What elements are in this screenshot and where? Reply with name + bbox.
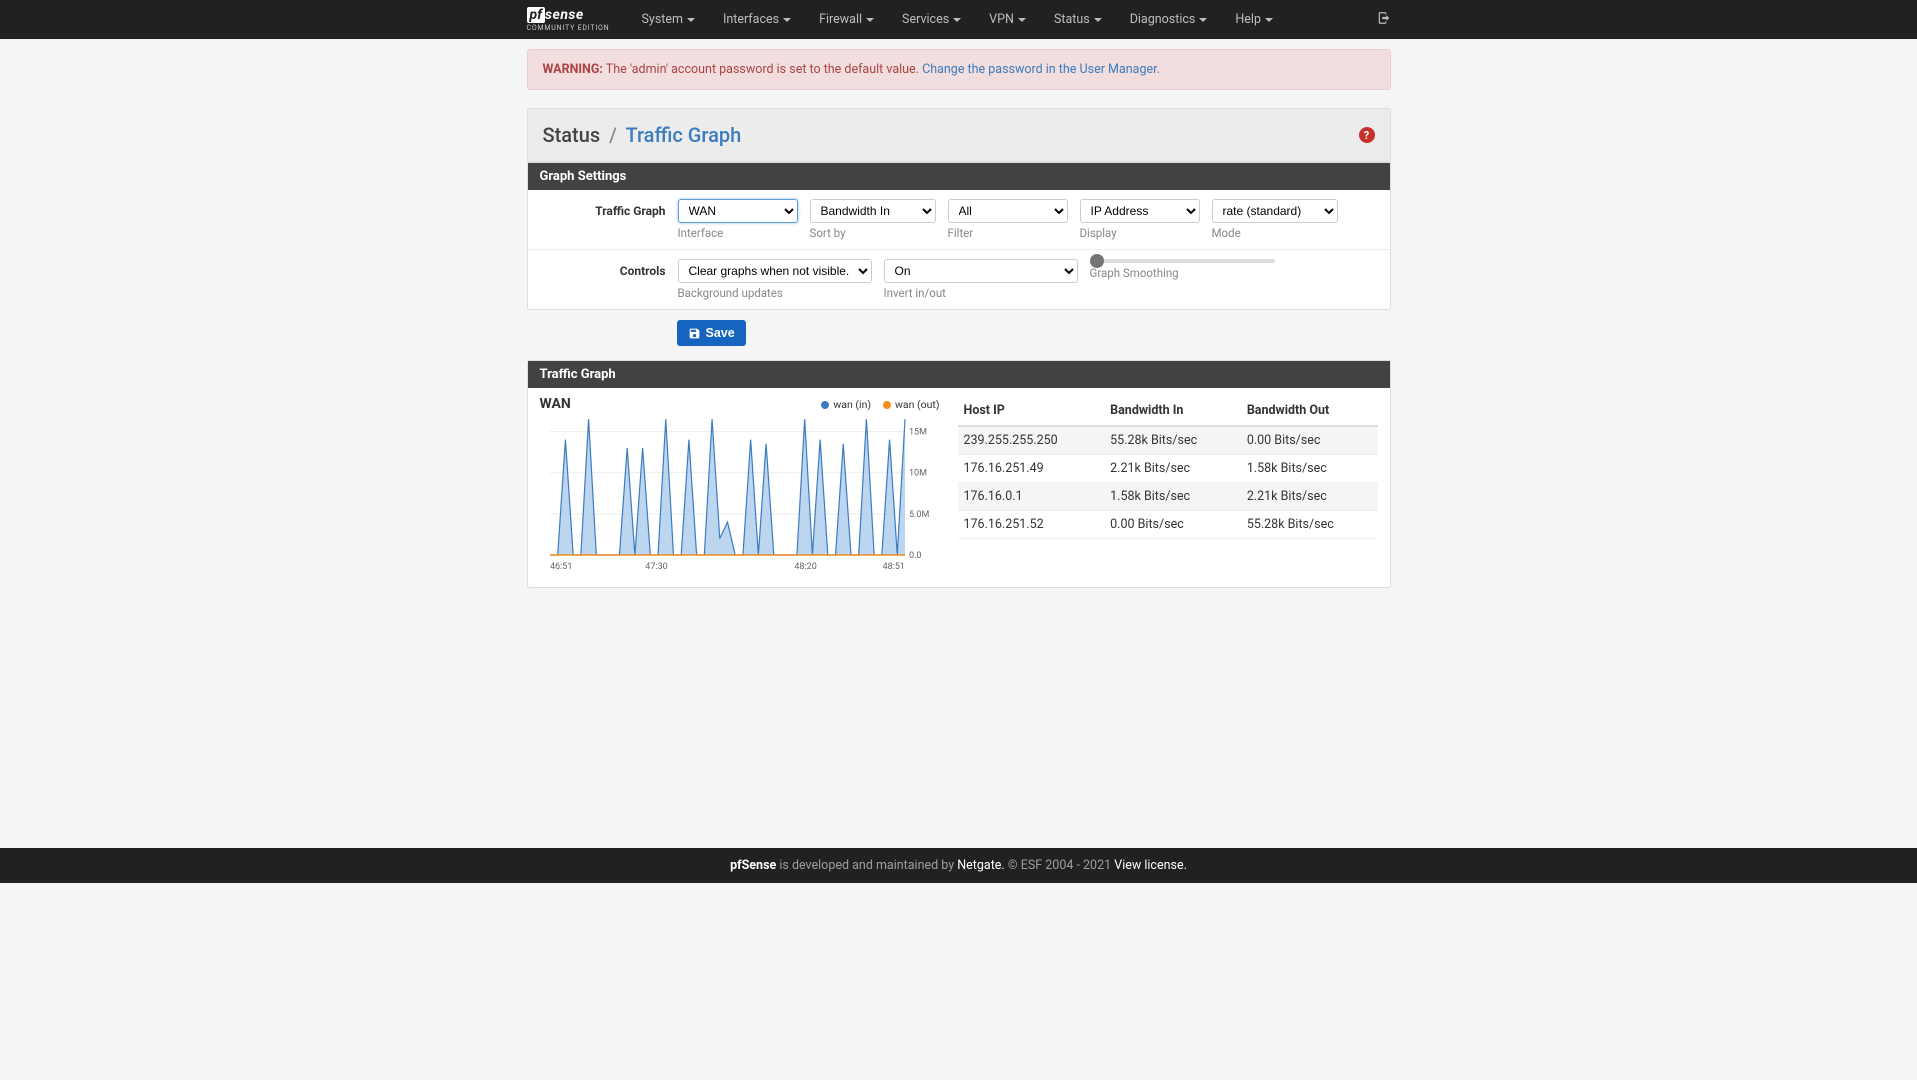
- svg-text:46:51: 46:51: [550, 562, 572, 571]
- warning-alert: WARNING: The 'admin' account password is…: [527, 49, 1391, 90]
- filter-help: Filter: [948, 226, 1068, 240]
- invert-help: Invert in/out: [884, 286, 1078, 300]
- background-select[interactable]: Clear graphs when not visible.: [678, 259, 872, 283]
- brand-logo[interactable]: pf sense COMMUNITY EDITION: [527, 7, 610, 32]
- display-select[interactable]: IP Address: [1080, 199, 1200, 223]
- top-navbar: pf sense COMMUNITY EDITION System Interf…: [0, 0, 1917, 39]
- sortby-select[interactable]: Bandwidth In: [810, 199, 936, 223]
- breadcrumb-current[interactable]: Traffic Graph: [625, 123, 741, 147]
- svg-text:10M: 10M: [909, 469, 927, 479]
- host-table: Host IPBandwidth InBandwidth Out 239.255…: [958, 396, 1378, 539]
- nav-system[interactable]: System: [627, 2, 708, 37]
- logout-icon[interactable]: [1377, 11, 1391, 29]
- traffic-graph-panel: Traffic Graph WAN wan (in) wan (out) 0.0…: [527, 360, 1391, 588]
- warning-text: The 'admin' account password is set to t…: [603, 62, 922, 77]
- brand-pf: pf: [527, 7, 546, 23]
- chevron-down-icon: [1094, 18, 1102, 22]
- nav-interfaces[interactable]: Interfaces: [709, 2, 805, 37]
- breadcrumb-parent: Status: [543, 123, 601, 147]
- nav-services[interactable]: Services: [888, 2, 975, 37]
- graph-settings-panel: Graph Settings Traffic Graph WAN Interfa…: [527, 162, 1391, 310]
- mode-help: Mode: [1212, 226, 1338, 240]
- chevron-down-icon: [866, 18, 874, 22]
- breadcrumb: Status / Traffic Graph ?: [527, 108, 1391, 162]
- table-row: 176.16.251.492.21k Bits/sec1.58k Bits/se…: [958, 455, 1378, 483]
- nav-diagnostics[interactable]: Diagnostics: [1116, 2, 1222, 37]
- nav-firewall[interactable]: Firewall: [805, 2, 888, 37]
- svg-text:15M: 15M: [909, 427, 927, 437]
- display-help: Display: [1080, 226, 1200, 240]
- controls-label: Controls: [528, 259, 678, 300]
- nav-menu: System Interfaces Firewall Services VPN …: [627, 2, 1376, 37]
- smoothing-help: Graph Smoothing: [1090, 266, 1275, 280]
- traffic-graph-label: Traffic Graph: [528, 199, 678, 240]
- traffic-graph-heading: Traffic Graph: [528, 361, 1390, 388]
- chevron-down-icon: [1265, 18, 1273, 22]
- table-row: 239.255.255.25055.28k Bits/sec0.00 Bits/…: [958, 426, 1378, 455]
- footer-netgate[interactable]: Netgate.: [957, 858, 1004, 873]
- nav-vpn[interactable]: VPN: [975, 2, 1040, 37]
- legend-out-dot: [883, 401, 891, 409]
- graph-settings-heading: Graph Settings: [528, 163, 1390, 190]
- nav-status[interactable]: Status: [1040, 2, 1116, 37]
- table-header: Host IP: [958, 396, 1105, 426]
- svg-text:47:30: 47:30: [645, 562, 667, 571]
- warning-prefix: WARNING:: [543, 62, 603, 77]
- brand-edition: COMMUNITY EDITION: [527, 24, 610, 32]
- chevron-down-icon: [953, 18, 961, 22]
- brand-sense: sense: [545, 7, 584, 23]
- traffic-chart: 0.0 5.0M 10M 15M 46:51 47:30 48:20 48:51: [540, 411, 940, 571]
- breadcrumb-sep: /: [609, 123, 617, 147]
- invert-select[interactable]: On: [884, 259, 1078, 283]
- footer-esf: © ESF 2004 - 2021: [1005, 858, 1115, 873]
- save-label: Save: [706, 326, 735, 340]
- footer: pfSense is developed and maintained by N…: [0, 848, 1917, 883]
- footer-pfsense: pfSense: [730, 858, 776, 873]
- svg-text:48:20: 48:20: [794, 562, 816, 571]
- chevron-down-icon: [1018, 18, 1026, 22]
- save-button[interactable]: Save: [677, 320, 746, 346]
- warning-link[interactable]: Change the password in the User Manager.: [922, 62, 1160, 77]
- help-icon[interactable]: ?: [1359, 127, 1375, 143]
- slider-thumb[interactable]: [1090, 254, 1104, 268]
- chevron-down-icon: [783, 18, 791, 22]
- table-header: Bandwidth In: [1104, 396, 1241, 426]
- table-header: Bandwidth Out: [1241, 396, 1378, 426]
- svg-text:0.0: 0.0: [909, 551, 922, 561]
- footer-maintained: is developed and maintained by: [776, 858, 957, 873]
- save-icon: [688, 327, 701, 340]
- smoothing-slider[interactable]: [1090, 259, 1275, 263]
- chevron-down-icon: [1199, 18, 1207, 22]
- sortby-help: Sort by: [810, 226, 936, 240]
- nav-help[interactable]: Help: [1221, 2, 1287, 37]
- legend-in: wan (in): [833, 398, 871, 411]
- legend-out: wan (out): [895, 398, 939, 411]
- mode-select[interactable]: rate (standard): [1212, 199, 1338, 223]
- svg-text:48:51: 48:51: [882, 562, 904, 571]
- interface-help: Interface: [678, 226, 798, 240]
- table-row: 176.16.251.520.00 Bits/sec55.28k Bits/se…: [958, 511, 1378, 539]
- chevron-down-icon: [687, 18, 695, 22]
- filter-select[interactable]: All: [948, 199, 1068, 223]
- background-help: Background updates: [678, 286, 872, 300]
- svg-text:5.0M: 5.0M: [909, 510, 929, 520]
- legend-in-dot: [821, 401, 829, 409]
- chart-legend: wan (in) wan (out): [540, 398, 940, 411]
- interface-select[interactable]: WAN: [678, 199, 798, 223]
- footer-license[interactable]: View license.: [1114, 858, 1187, 873]
- table-row: 176.16.0.11.58k Bits/sec2.21k Bits/sec: [958, 483, 1378, 511]
